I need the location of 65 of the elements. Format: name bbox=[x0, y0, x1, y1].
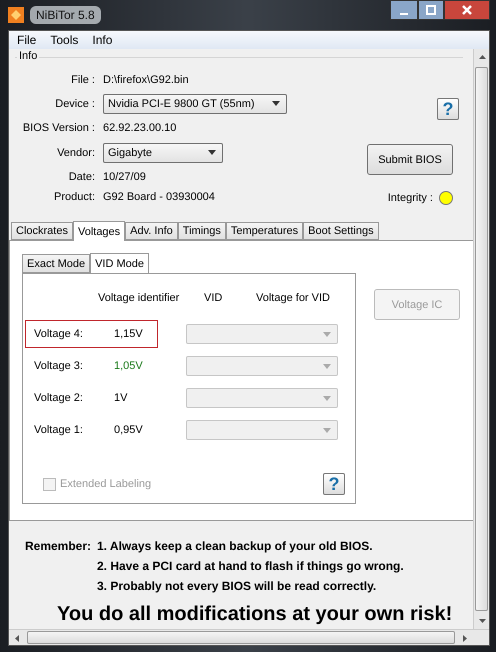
menu-item[interactable]: File bbox=[17, 33, 36, 47]
maximize-button[interactable] bbox=[418, 0, 444, 20]
dropdown[interactable]: Gigabyte bbox=[103, 142, 223, 163]
field-label: File : bbox=[70, 74, 95, 86]
voltage-value: 1V bbox=[114, 392, 128, 404]
window-title: NiBiTor 5.8 bbox=[30, 6, 101, 24]
column-header: Voltage for VID bbox=[256, 292, 331, 304]
warning-text: You do all modifications at your own risk! bbox=[57, 603, 454, 625]
voltage-value: 0,95V bbox=[114, 424, 143, 436]
caret-icon bbox=[323, 396, 331, 400]
field-label: Device : bbox=[54, 98, 95, 110]
left-arrow-icon[interactable] bbox=[15, 634, 19, 642]
field-label: Product: bbox=[53, 191, 95, 204]
maximize-icon bbox=[426, 5, 436, 15]
voltage-label: Voltage 2: bbox=[34, 392, 84, 404]
remember-label: Remember: bbox=[25, 539, 92, 553]
menu-item[interactable]: Tools bbox=[50, 33, 78, 47]
column-header: Voltage identifier bbox=[98, 292, 180, 304]
caret-icon bbox=[323, 428, 331, 432]
voltage-label: Voltage 4: bbox=[34, 328, 84, 340]
close-button[interactable] bbox=[444, 0, 490, 20]
up-arrow-icon[interactable] bbox=[478, 55, 486, 59]
close-icon bbox=[462, 5, 472, 15]
dropdown[interactable]: Nvidia PCI-E 9800 GT (55nm) bbox=[103, 94, 287, 114]
menu-item[interactable]: Info bbox=[92, 33, 112, 47]
down-arrow-icon[interactable] bbox=[478, 619, 486, 623]
app-icon bbox=[8, 7, 24, 23]
help-button[interactable]: ? bbox=[323, 473, 345, 495]
tab[interactable]: Temperatures bbox=[226, 222, 304, 240]
right-arrow-icon[interactable] bbox=[463, 634, 467, 642]
tab[interactable]: Timings bbox=[178, 222, 226, 240]
tab[interactable]: Adv. Info bbox=[125, 222, 178, 240]
tab[interactable]: Exact Mode bbox=[22, 254, 90, 273]
field-value: G92 Board - 03930004 bbox=[103, 191, 216, 204]
tab[interactable]: Clockrates bbox=[11, 222, 73, 240]
field-label: BIOS Version : bbox=[22, 122, 95, 134]
field-label: Vendor: bbox=[56, 146, 95, 159]
voltage-value: 1,15V bbox=[114, 328, 143, 340]
submit-bios-button[interactable]: Submit BIOS bbox=[367, 144, 453, 175]
horizontal-scrollbar[interactable] bbox=[9, 629, 489, 645]
help-button[interactable]: ? bbox=[437, 98, 459, 120]
voltage-label: Voltage 3: bbox=[34, 360, 84, 372]
reminder-text: 1. Always keep a clean backup of your old BIOS. bbox=[97, 539, 374, 553]
tab[interactable]: Voltages bbox=[72, 221, 126, 241]
tab[interactable]: Boot Settings bbox=[303, 222, 379, 240]
minimize-icon bbox=[400, 13, 408, 15]
reminder-text: 2. Have a PCI card at hand to flash if things go wrong. bbox=[97, 559, 405, 573]
caret-icon bbox=[208, 150, 216, 156]
caret-icon bbox=[323, 332, 331, 336]
field-value: 62.92.23.00.10 bbox=[103, 122, 178, 134]
column-header: VID bbox=[204, 292, 224, 304]
tab[interactable]: VID Mode bbox=[90, 253, 150, 274]
caret-icon bbox=[272, 101, 280, 106]
field-value: 10/27/09 bbox=[103, 170, 147, 183]
reminder-text: 3. Probably not every BIOS will be read correctly. bbox=[97, 579, 378, 593]
vertical-scrollbar[interactable] bbox=[473, 49, 489, 629]
minimize-button[interactable] bbox=[390, 0, 418, 20]
group-label: Info bbox=[17, 50, 40, 62]
caret-icon bbox=[323, 364, 331, 368]
integrity-label: Integrity : bbox=[388, 192, 433, 204]
voltage-value: 1,05V bbox=[114, 360, 143, 372]
field-label: Date: bbox=[68, 170, 95, 183]
checkbox-label: Extended Labeling bbox=[60, 478, 152, 490]
voltage-label: Voltage 1: bbox=[34, 424, 84, 436]
field-value: D:\firefox\G92.bin bbox=[103, 74, 190, 86]
